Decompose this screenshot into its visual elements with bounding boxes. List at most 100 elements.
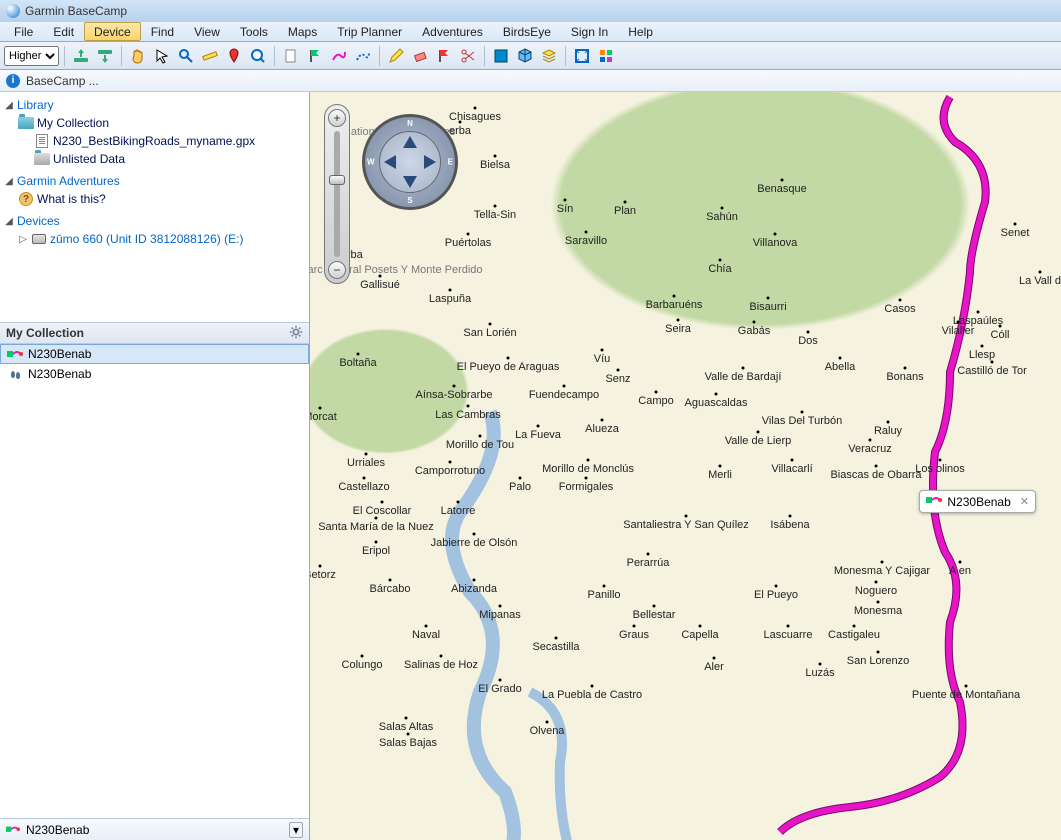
place-label: Boltaña [339, 357, 376, 369]
place-label: Gabás [738, 325, 770, 337]
place-dot [881, 561, 884, 564]
tool-flag-icon[interactable] [304, 45, 326, 67]
detail-level-select[interactable]: Higher [4, 46, 59, 66]
tree-device-zumo[interactable]: ▷ zūmo 660 (Unit ID 3812088126) (E:) [0, 230, 309, 248]
place-label: Gallisué [360, 279, 400, 291]
menu-view[interactable]: View [184, 22, 230, 41]
place-dot [365, 453, 368, 456]
menu-trip-planner[interactable]: Trip Planner [327, 22, 412, 41]
collapse-icon[interactable]: ◢ [4, 176, 14, 187]
place-dot [965, 685, 968, 688]
place-dot [991, 361, 994, 364]
tree-adventures[interactable]: ◢ Garmin Adventures [0, 172, 309, 190]
info-icon: i [6, 74, 20, 88]
tree-my-collection[interactable]: My Collection [0, 114, 309, 132]
place-label: Benasque [757, 183, 807, 195]
tool-ruler-icon[interactable] [199, 45, 221, 67]
tool-redflag-icon[interactable] [433, 45, 455, 67]
place-dot [363, 477, 366, 480]
menu-tools[interactable]: Tools [230, 22, 278, 41]
tool-eraser-icon[interactable] [409, 45, 431, 67]
tree-what-is-this[interactable]: ? What is this? [0, 190, 309, 208]
tree-unlisted-data[interactable]: Unlisted Data [0, 150, 309, 168]
place-dot [742, 367, 745, 370]
device-icon [31, 232, 47, 246]
collapse-icon[interactable]: ◢ [4, 100, 14, 111]
place-label: Casos [884, 303, 915, 315]
menu-adventures[interactable]: Adventures [412, 22, 493, 41]
route-icon [6, 824, 20, 836]
place-label: La Puebla de Castro [542, 689, 642, 701]
tool-3d-icon[interactable] [490, 45, 512, 67]
tool-find-icon[interactable] [247, 45, 269, 67]
place-dot [875, 465, 878, 468]
expand-icon[interactable]: ▷ [18, 234, 28, 245]
tool-track-icon[interactable] [352, 45, 374, 67]
tool-hand-icon[interactable] [127, 45, 149, 67]
menu-device[interactable]: Device [84, 22, 141, 41]
place-label: Colungo [342, 659, 383, 671]
collection-item-track[interactable]: N230Benab [0, 364, 309, 384]
place-dot [839, 357, 842, 360]
menu-help[interactable]: Help [618, 22, 663, 41]
tool-receive-icon[interactable] [94, 45, 116, 67]
place-label: Aínsa-Sobrarbe [415, 389, 492, 401]
place-label: Mipanas [479, 609, 521, 621]
place-label: El Pueyo de Araguas [457, 361, 560, 373]
pan-east-button[interactable] [424, 155, 436, 169]
zoom-out-button[interactable]: − [328, 261, 346, 279]
map[interactable]: arc National Des Pyrénées arc Natural Po… [310, 92, 1061, 840]
tool-marker-icon[interactable] [223, 45, 245, 67]
place-dot [440, 655, 443, 658]
place-label: Cóll [991, 329, 1010, 341]
menu-maps[interactable]: Maps [278, 22, 327, 41]
tree-library[interactable]: ◢ Library [0, 96, 309, 114]
place-dot [407, 733, 410, 736]
tool-send-icon[interactable] [70, 45, 92, 67]
tool-cube-icon[interactable] [514, 45, 536, 67]
place-label: Morillo de Monclús [542, 463, 634, 475]
gear-icon[interactable] [289, 325, 303, 342]
place-dot [713, 657, 716, 660]
pan-north-button[interactable] [403, 136, 417, 148]
place-label: Morcat [310, 411, 337, 423]
tree-devices[interactable]: ◢ Devices [0, 212, 309, 230]
tree-gpx-file[interactable]: N230_BestBikingRoads_myname.gpx [0, 132, 309, 150]
tool-route-icon[interactable] [328, 45, 350, 67]
place-dot [449, 461, 452, 464]
collection-item-route[interactable]: N230Benab [0, 344, 309, 364]
place-label: Seira [665, 323, 691, 335]
menu-file[interactable]: File [4, 22, 43, 41]
collapse-icon[interactable]: ◢ [4, 216, 14, 227]
tool-scissors-icon[interactable] [457, 45, 479, 67]
question-icon: ? [18, 192, 34, 206]
tool-layers-icon[interactable] [538, 45, 560, 67]
place-label: Santaliestra Y San Quílez [623, 519, 749, 531]
place-label: Bárcabo [370, 583, 411, 595]
zoom-thumb[interactable] [329, 175, 345, 185]
tool-settings-icon[interactable] [595, 45, 617, 67]
place-dot [757, 431, 760, 434]
place-label: Senet [1001, 227, 1030, 239]
pan-west-button[interactable] [384, 155, 396, 169]
tool-select-icon[interactable] [151, 45, 173, 67]
tool-zoom-icon[interactable] [175, 45, 197, 67]
place-dot [457, 501, 460, 504]
tool-pencil-icon[interactable] [385, 45, 407, 67]
menu-sign-in[interactable]: Sign In [561, 22, 618, 41]
menu-find[interactable]: Find [141, 22, 184, 41]
zoom-in-button[interactable]: + [328, 109, 346, 127]
menu-birdseye[interactable]: BirdsEye [493, 22, 561, 41]
place-label: Plan [614, 205, 636, 217]
close-icon[interactable]: ✕ [1020, 495, 1029, 508]
place-dot [379, 275, 382, 278]
pan-compass[interactable]: N S W E [362, 114, 458, 210]
place-dot [389, 579, 392, 582]
tool-extent-icon[interactable] [571, 45, 593, 67]
pan-south-button[interactable] [403, 176, 417, 188]
dropdown-icon[interactable]: ▾ [289, 822, 303, 838]
zoom-slider[interactable]: + − [324, 104, 350, 284]
route-balloon[interactable]: N230Benab ✕ [919, 490, 1036, 513]
tool-new-icon[interactable] [280, 45, 302, 67]
menu-edit[interactable]: Edit [43, 22, 84, 41]
